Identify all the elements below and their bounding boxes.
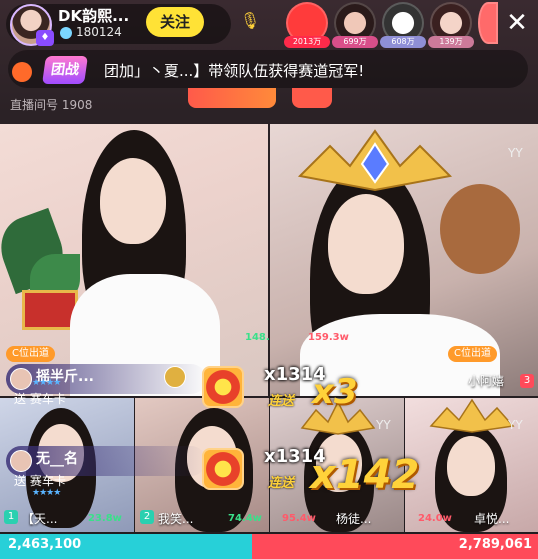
streamer-level-icon: ♦ xyxy=(36,30,54,46)
panel-score: 23.8w xyxy=(88,513,122,524)
c-position-badge: C位出道 xyxy=(6,346,55,362)
race-card-gift-icon xyxy=(202,448,244,490)
streamer-face xyxy=(447,436,495,496)
stars-icon: ★★★★ xyxy=(32,378,61,388)
panel-streamer-name: 杨徒... xyxy=(336,512,372,526)
gift-sender-avatar[interactable] xyxy=(10,368,32,390)
gift-sender-avatar[interactable] xyxy=(10,450,32,472)
rank-badge: 3 xyxy=(520,374,534,388)
panel-streamer-name: 我笑... xyxy=(158,512,194,526)
crown-effect xyxy=(429,398,515,433)
panel-score: 159.3w xyxy=(308,332,349,343)
video-panel-top-right[interactable] xyxy=(270,124,538,396)
c-position-badge: C位出道 xyxy=(448,346,497,362)
pk-right-score: 2,789,061 xyxy=(458,537,532,552)
rank-badge: 2 xyxy=(140,510,154,524)
banner-decoration xyxy=(292,88,332,108)
panel-score: 95.4w xyxy=(282,513,316,524)
stars-icon: ★★★★ xyxy=(32,488,61,498)
viewer-avatar[interactable] xyxy=(478,2,498,44)
combo-label: 连送 xyxy=(268,476,295,491)
viewer-contribution: 139万 xyxy=(428,36,474,48)
viewer-contribution: 608万 xyxy=(380,36,426,48)
room-number: 直播间号 1908 xyxy=(10,98,93,112)
yy-logo: YY xyxy=(376,418,391,432)
emoji-icon xyxy=(164,366,186,388)
panel-score: 24.0w xyxy=(418,513,452,524)
banner-decoration xyxy=(188,88,276,108)
close-icon[interactable]: ✕ xyxy=(502,8,532,38)
team-battle-badge: 团战 xyxy=(42,56,88,84)
yy-logo: YY xyxy=(508,418,523,432)
streamer-face xyxy=(100,158,166,244)
pk-left-score: 2,463,100 xyxy=(8,537,82,552)
yy-logo: YY xyxy=(508,146,523,160)
panel-streamer-name: 卓悦... xyxy=(474,512,510,526)
combo-label: 连送 xyxy=(268,394,295,409)
rank-badge: 1 xyxy=(4,510,18,524)
streamer-face xyxy=(328,194,404,294)
teddy-bear-decoration xyxy=(440,184,520,274)
viewer-contribution: 699万 xyxy=(332,36,378,48)
gift-sender-name[interactable]: 无__名 xyxy=(36,448,78,468)
combo-count: x3 xyxy=(312,372,358,412)
streamer-name: DK韵熙... xyxy=(58,7,130,25)
streamer-fans-count: 180124 xyxy=(76,25,122,39)
gift-action-text: 送 赛车卡 xyxy=(14,392,66,406)
live-room: ♦ DK韵熙... 180124 关注 🎙 2013万 699万 608万 13… xyxy=(0,0,538,559)
gift-action-text: 送 赛车卡 xyxy=(14,474,66,488)
fire-icon xyxy=(12,62,32,82)
race-card-gift-icon xyxy=(202,366,244,408)
crown-effect xyxy=(297,129,453,192)
fans-icon xyxy=(60,27,72,39)
follow-button[interactable]: 关注 xyxy=(146,7,204,37)
panel-streamer-name: 【天... xyxy=(22,512,58,526)
combo-count: x142 xyxy=(310,452,420,498)
panel-score: 74.4w xyxy=(228,513,262,524)
top-header: ♦ DK韵熙... 180124 关注 🎙 2013万 699万 608万 13… xyxy=(0,0,538,52)
viewer-contribution: 2013万 xyxy=(284,36,330,48)
banner-text: 团加」丶夏...】带领队伍获得赛道冠军! xyxy=(104,62,365,80)
mic-icon[interactable]: 🎙 xyxy=(228,8,272,34)
panel-streamer-name: 小阿嬉 xyxy=(468,374,505,388)
pk-score-bar: 2,463,100 2,789,061 xyxy=(0,534,538,559)
